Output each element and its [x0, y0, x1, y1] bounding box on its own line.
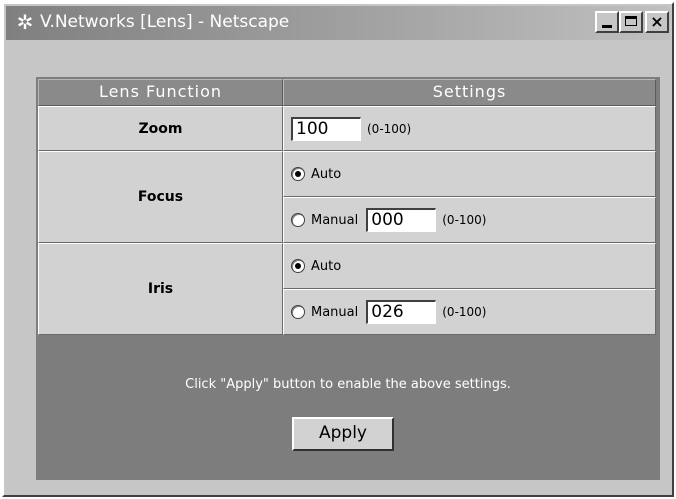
zoom-input[interactable]: 100	[291, 116, 361, 141]
minimize-button[interactable]	[595, 11, 619, 33]
apply-instructions: Click "Apply" button to enable the above…	[185, 377, 511, 392]
iris-label: Iris	[147, 281, 174, 297]
focus-manual-radio[interactable]	[291, 213, 305, 227]
zoom-label: Zoom	[138, 120, 183, 137]
header-settings: Settings	[283, 79, 656, 106]
focus-range: (0-100)	[442, 213, 487, 227]
zoom-setting-cell: 100 (0-100)	[283, 106, 656, 151]
netscape-icon[interactable]: ✲	[14, 11, 36, 33]
iris-auto-label: Auto	[311, 258, 342, 274]
zoom-label-cell: Zoom	[38, 106, 283, 151]
iris-label-cell: Iris	[38, 243, 283, 335]
window-title: V.Networks [Lens] - Netscape	[40, 12, 290, 32]
iris-range: (0-100)	[442, 305, 487, 319]
iris-manual-radio[interactable]	[291, 305, 305, 319]
iris-manual-input[interactable]: 026	[366, 300, 437, 324]
apply-button[interactable]: Apply	[292, 417, 394, 451]
focus-label: Focus	[137, 189, 184, 205]
focus-auto-label: Auto	[311, 166, 342, 182]
focus-manual-cell: Manual 000 (0-100)	[283, 197, 656, 243]
iris-manual-cell: Manual 026 (0-100)	[283, 289, 656, 335]
title-bar[interactable]: ✲ V.Networks [Lens] - Netscape ×	[6, 6, 670, 40]
focus-auto-radio[interactable]	[291, 167, 305, 181]
close-button[interactable]: ×	[645, 11, 669, 33]
close-icon: ×	[650, 12, 664, 31]
maximize-button[interactable]	[619, 11, 643, 33]
focus-auto-cell: Auto	[283, 151, 656, 197]
minimize-icon	[602, 25, 612, 28]
maximize-icon	[625, 16, 637, 26]
focus-label-cell: Focus	[38, 151, 283, 243]
iris-manual-label: Manual	[311, 304, 359, 320]
header-lens-function: Lens Function	[38, 79, 283, 106]
iris-auto-cell: Auto	[283, 243, 656, 289]
iris-auto-radio[interactable]	[291, 259, 305, 273]
zoom-range: (0-100)	[367, 121, 412, 136]
focus-manual-input[interactable]: 000	[366, 208, 437, 232]
focus-manual-label: Manual	[311, 212, 359, 228]
